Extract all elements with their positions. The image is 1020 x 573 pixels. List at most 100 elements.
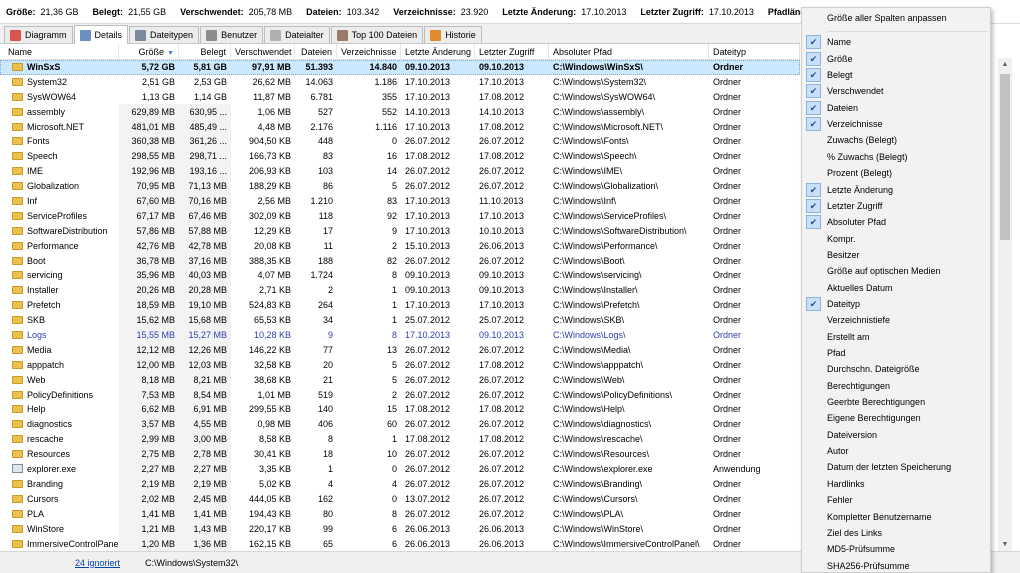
column-header-size[interactable]: Größe ▼ — [119, 44, 179, 60]
table-row[interactable]: Boot 36,78 MB 37,16 MB 388,35 KB 188 82 26.07.… — [0, 254, 800, 269]
column-header-absolute-path[interactable]: Absoluter Pfad — [549, 44, 709, 60]
menu-item[interactable]: Eigene Berechtigungen — [802, 410, 990, 426]
scroll-down-icon[interactable]: ▼ — [998, 538, 1012, 552]
menu-item[interactable]: Größe auf optischen Medien — [802, 263, 990, 279]
tab-filetypes[interactable]: Dateitypen — [129, 26, 200, 43]
table-row[interactable]: SKB 15,62 MB 15,68 MB 65,53 KB 34 1 25.07.2012… — [0, 313, 800, 328]
menu-item[interactable]: Kompletter Benutzername — [802, 509, 990, 525]
table-row[interactable]: PolicyDefinitions 7,53 MB 8,54 MB 1,01 MB 51… — [0, 388, 800, 403]
cell-text: Ordner — [713, 196, 742, 207]
table-row[interactable]: Fonts 360,38 MB 361,26 ... 904,50 KB 448 0 26.… — [0, 134, 800, 149]
table-row[interactable]: System32 2,51 GB 2,53 GB 26,62 MB 14.063 1.18… — [0, 75, 800, 90]
table-row[interactable]: Microsoft.NET 481,01 MB 485,49 ... 4,48 MB 2… — [0, 120, 800, 135]
cell-text: 302,09 KB — [248, 210, 291, 221]
tab-details[interactable]: Details — [73, 25, 129, 44]
menu-item[interactable]: SHA256-Prüfsumme — [802, 558, 990, 572]
scroll-thumb[interactable] — [1000, 74, 1010, 240]
menu-item[interactable]: ✔ Dateien — [802, 100, 990, 116]
menu-item[interactable]: ✔ Dateityp — [802, 296, 990, 312]
menu-item[interactable]: % Zuwachs (Belegt) — [802, 149, 990, 165]
table-row[interactable]: SoftwareDistribution 57,86 MB 57,88 MB 12,2… — [0, 224, 800, 239]
menu-item[interactable]: Pfad — [802, 345, 990, 361]
menu-item[interactable]: Dateiversion — [802, 427, 990, 443]
tab-chart[interactable]: Diagramm — [4, 26, 73, 43]
table-row[interactable]: Cursors 2,02 MB 2,45 MB 444,05 KB 162 0 13.07.… — [0, 492, 800, 507]
table-row[interactable]: ServiceProfiles 67,17 MB 67,46 MB 302,09 KB… — [0, 209, 800, 224]
ignored-link[interactable]: 24 ignoriert — [75, 558, 145, 568]
cell-files: 14.063 — [295, 75, 337, 90]
menu-item[interactable]: Hardlinks — [802, 476, 990, 492]
cell-text: 77 — [322, 344, 333, 355]
table-row[interactable]: Globalization 70,95 MB 71,13 MB 188,29 KB 86… — [0, 179, 800, 194]
cell-text: 1,14 GB — [193, 91, 227, 102]
table-row[interactable]: WinStore 1,21 MB 1,43 MB 220,17 KB 99 6 26.06.… — [0, 522, 800, 537]
table-row[interactable]: servicing 35,96 MB 40,03 MB 4,07 MB 1.724 8 09… — [0, 268, 800, 283]
table-row[interactable]: SysWOW64 1,13 GB 1,14 GB 11,87 MB 6.781 355 17… — [0, 90, 800, 105]
menu-item[interactable]: Datum der letzten Speicherung — [802, 459, 990, 475]
menu-item[interactable]: ✔ Name — [802, 34, 990, 50]
table-row[interactable]: PLA 1,41 MB 1,41 MB 194,43 KB 80 8 26.07.2012 2… — [0, 507, 800, 522]
menu-item[interactable]: MD5-Prüfsumme — [802, 541, 990, 557]
table-row[interactable]: Web 8,18 MB 8,21 MB 38,68 KB 21 5 26.07.2012 26… — [0, 373, 800, 388]
column-header-wasted[interactable]: Verschwendet — [231, 44, 295, 60]
menu-item[interactable]: Aktuelles Datum — [802, 280, 990, 296]
menu-item[interactable]: Verzeichnistiefe — [802, 312, 990, 328]
table-row[interactable]: Speech 298,55 MB 298,71 ... 166,73 KB 83 16 17… — [0, 149, 800, 164]
tab-fileage[interactable]: Dateialter — [264, 26, 330, 43]
table-row[interactable]: rescache 2,99 MB 3,00 MB 8,58 KB 8 1 17.08.201… — [0, 432, 800, 447]
table-row[interactable]: Resources 2,75 MB 2,78 MB 30,41 KB 18 10 26.07… — [0, 447, 800, 462]
menu-item[interactable]: Kompr. — [802, 231, 990, 247]
column-header-files[interactable]: Dateien — [295, 44, 337, 60]
menu-item[interactable]: ✔ Absoluter Pfad — [802, 214, 990, 230]
table-row[interactable]: WinSxS 5,72 GB 5,81 GB 97,91 MB 51.393 14.840… — [0, 60, 800, 75]
tab-top100[interactable]: Top 100 Dateien — [330, 26, 424, 43]
column-header-last-accessed[interactable]: Letzter Zugriff — [475, 44, 549, 60]
cell-text: WinStore — [27, 523, 65, 534]
column-header-file-type[interactable]: Dateityp — [709, 44, 800, 60]
menu-item[interactable]: ✔ Größe — [802, 51, 990, 67]
scroll-up-icon[interactable]: ▲ — [998, 58, 1012, 72]
column-header-folders[interactable]: Verzeichnisse — [337, 44, 401, 60]
column-header-last-modified[interactable]: Letzte Änderung — [401, 44, 475, 60]
tab-users[interactable]: Benutzer — [200, 26, 264, 43]
menu-item[interactable]: Zuwachs (Belegt) — [802, 132, 990, 148]
table-row[interactable]: IME 192,96 MB 193,16 ... 206,93 KB 103 14 26.0… — [0, 164, 800, 179]
menu-item[interactable]: ✔ Letzte Änderung — [802, 182, 990, 198]
menu-item[interactable]: Fehler — [802, 492, 990, 508]
table-row[interactable]: Branding 2,19 MB 2,19 MB 5,02 KB 4 4 26.07.201… — [0, 477, 800, 492]
menu-item[interactable]: Ziel des Links — [802, 525, 990, 541]
menu-item[interactable]: Besitzer — [802, 247, 990, 263]
table-row[interactable]: explorer.exe 2,27 MB 2,27 MB 3,35 KB 1 0 26.07… — [0, 462, 800, 477]
menu-item[interactable]: Berechtigungen — [802, 378, 990, 394]
check-icon: ✔ — [806, 51, 821, 66]
menu-item[interactable]: Prozent (Belegt) — [802, 165, 990, 181]
table-row[interactable]: apppatch 12,00 MB 12,03 MB 32,58 KB 20 5 26.07… — [0, 358, 800, 373]
tab-history[interactable]: Historie — [424, 26, 482, 43]
column-header-name[interactable]: Name — [4, 44, 119, 60]
table-row[interactable]: Installer 20,26 MB 20,28 MB 2,71 KB 2 1 09.10.… — [0, 283, 800, 298]
table-row[interactable]: Inf 67,60 MB 70,16 MB 2,56 MB 1.210 83 17.10.2… — [0, 194, 800, 209]
cell-name: PolicyDefinitions — [8, 388, 119, 403]
menu-item[interactable]: Geerbte Berechtigungen — [802, 394, 990, 410]
menu-item[interactable]: Durchschn. Dateigröße — [802, 361, 990, 377]
menu-item[interactable]: ✔ Verschwendet — [802, 83, 990, 99]
table-row[interactable]: Performance 42,76 MB 42,78 MB 20,08 KB 11 2 15… — [0, 239, 800, 254]
menu-item[interactable]: Autor — [802, 443, 990, 459]
menu-item[interactable]: Erstellt am — [802, 329, 990, 345]
cell-text: C:\Windows\rescache\ — [553, 434, 643, 445]
table-row[interactable]: diagnostics 3,57 MB 4,55 MB 0,98 MB 406 60 26.… — [0, 417, 800, 432]
table-row[interactable]: ImmersiveControlPanel 1,20 MB 1,36 MB 162,1… — [0, 537, 800, 552]
cell-text: 17.10.2013 — [405, 330, 451, 341]
table-row[interactable]: Logs 15,55 MB 15,27 MB 10,28 KB 9 8 17.10.2013… — [0, 328, 800, 343]
table-row[interactable]: Media 12,12 MB 12,26 MB 146,22 KB 77 13 26.07.… — [0, 343, 800, 358]
vertical-scrollbar[interactable]: ▲ ▼ — [998, 58, 1012, 552]
table-row[interactable]: Prefetch 18,59 MB 19,10 MB 524,83 KB 264 1 17.… — [0, 298, 800, 313]
cell-files: 99 — [295, 522, 337, 537]
menu-item[interactable]: ✔ Belegt — [802, 67, 990, 83]
table-row[interactable]: Help 6,62 MB 6,91 MB 299,55 KB 140 15 17.08.20… — [0, 402, 800, 417]
column-header-allocated[interactable]: Belegt — [179, 44, 231, 60]
menu-item[interactable]: Größe aller Spalten anpassen — [802, 10, 990, 26]
table-row[interactable]: assembly 629,89 MB 630,95 ... 1,06 MB 527 552… — [0, 105, 800, 120]
menu-item[interactable]: ✔ Verzeichnisse — [802, 116, 990, 132]
menu-item[interactable]: ✔ Letzter Zugriff — [802, 198, 990, 214]
